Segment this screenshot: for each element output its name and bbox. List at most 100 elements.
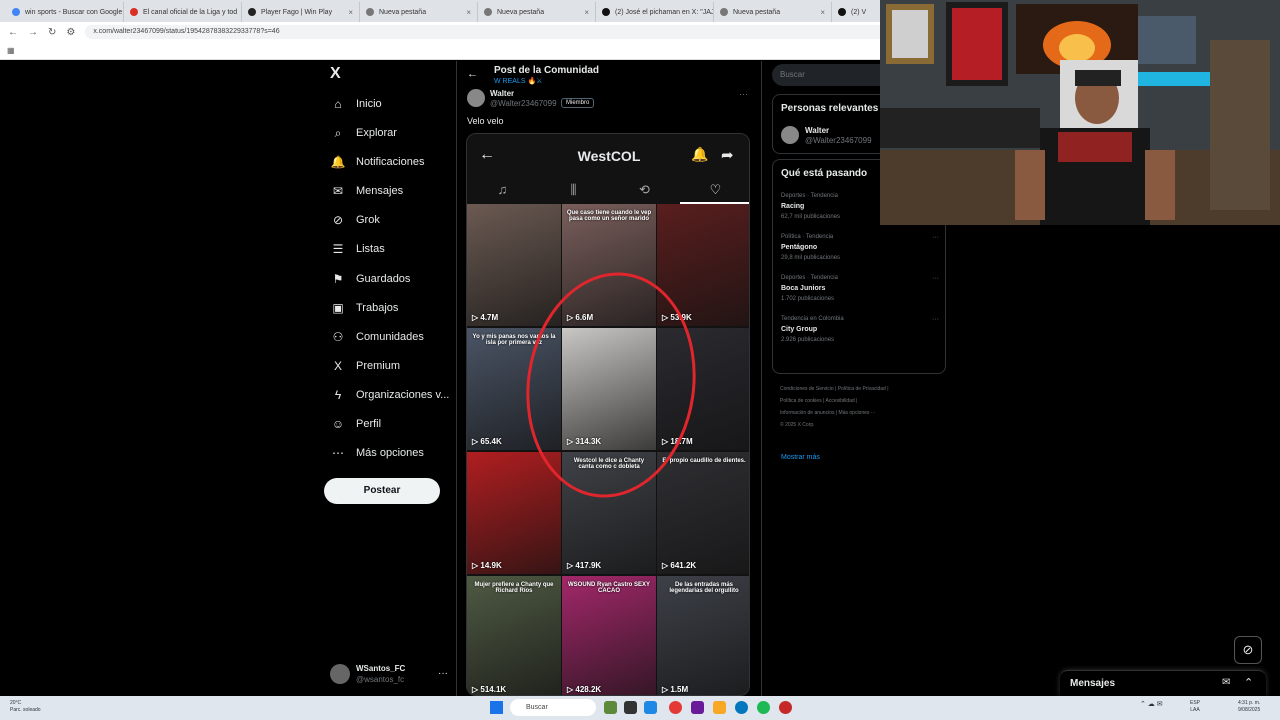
nav-item-trabajos[interactable]: ▣ Trabajos — [330, 298, 398, 318]
new-message-icon[interactable]: ✉ — [1222, 677, 1230, 688]
language-indicator[interactable]: ESP LAA — [1190, 700, 1200, 714]
video-caption: Westcol le dice a Chanty canta como c do… — [573, 458, 645, 470]
nav-item-explorar[interactable]: ⌕ Explorar — [330, 123, 397, 143]
video-thumbnail[interactable]: ▷ 53.9K — [657, 204, 749, 326]
video-thumbnail[interactable]: El propio caudillo de dientes. ▷ 641.2K — [657, 452, 749, 574]
video-view-count: ▷ 1.5M — [662, 685, 688, 694]
nav-item-guardados[interactable]: ⚑ Guardados — [330, 269, 411, 289]
avatar[interactable] — [781, 126, 799, 144]
video-thumbnail[interactable]: Mujer prefiere a Chanty que Richard Ríos… — [467, 576, 561, 695]
search-input[interactable]: Buscar — [772, 64, 880, 86]
trend-more-icon[interactable]: ··· — [932, 234, 939, 241]
nav-item-label: Trabajos — [356, 302, 399, 314]
chrome-icon[interactable] — [669, 701, 682, 714]
app-icon[interactable] — [691, 701, 704, 714]
post-button[interactable]: Postear — [324, 478, 440, 504]
avatar[interactable] — [467, 89, 485, 107]
reload-icon[interactable]: ↻ — [48, 27, 56, 38]
nav-item-perfil[interactable]: ☺ Perfil — [330, 414, 381, 434]
app-icon[interactable] — [779, 701, 792, 714]
browser-tab[interactable]: El canal oficial de la Liga y tod× — [124, 2, 242, 22]
video-thumbnail[interactable]: WSOUND Ryan Castro SEXY CACAO ▷ 428.2K — [562, 576, 656, 695]
spotify-icon[interactable] — [757, 701, 770, 714]
video-thumbnail[interactable]: ▷ 14.9K — [467, 452, 561, 574]
close-tab-icon[interactable]: × — [466, 8, 471, 17]
edge-icon[interactable] — [735, 701, 748, 714]
nav-item-notificaciones[interactable]: 🔔 Notificaciones — [330, 152, 425, 172]
footer-line[interactable]: Información de anuncios | Más opciones ·… — [780, 407, 940, 419]
trend-item[interactable]: Deportes · Tendencia Boca Juniors 1.702 pu… — [781, 275, 939, 302]
nav-item-organizaciones-v-[interactable]: ϟ Organizaciones v... — [330, 385, 450, 405]
video-thumbnail[interactable]: De las entradas más legendarias del orgu… — [657, 576, 749, 695]
x-logo-icon[interactable]: X — [330, 65, 341, 83]
trend-item[interactable]: Política · Tendencia Pentágono 29,8 mil pu… — [781, 234, 939, 261]
nav-item-grok[interactable]: ⊘ Grok — [330, 210, 380, 230]
app-icon[interactable] — [604, 701, 617, 714]
nav-item-listas[interactable]: ☰ Listas — [330, 239, 385, 259]
close-tab-icon[interactable]: × — [348, 8, 353, 17]
video-thumbnail[interactable]: Westcol le dice a Chanty canta como c do… — [562, 452, 656, 574]
footer-line[interactable]: Política de cookies | Accesibilidad | — [780, 395, 940, 407]
apps-grid-icon[interactable]: ▦ — [7, 46, 15, 55]
author-name[interactable]: Walter — [490, 89, 514, 98]
folder-icon[interactable] — [713, 701, 726, 714]
url-field[interactable]: x.com/walter23467099/status/195428783832… — [85, 25, 906, 39]
account-switcher[interactable]: WSantos_FC @wsantos_fc ··· — [330, 664, 450, 688]
close-tab-icon[interactable]: × — [820, 8, 825, 17]
video-caption: De las entradas más legendarias del orgu… — [669, 582, 739, 594]
video-grid: ▷ 4.7M Que caso tiene cuando le vep pasa … — [467, 204, 749, 695]
footer-line[interactable]: Condiciones de Servicio | Política de Pr… — [780, 383, 940, 395]
trend-more-icon[interactable]: ··· — [932, 275, 939, 282]
footer-line[interactable]: © 2025 X Corp. — [780, 419, 940, 431]
post-media[interactable]: ← WestCOL 🔔 ➦ ♫ ⫼ ⟲ ♡ ▷ 4.7M Que caso tiene … — [466, 133, 750, 696]
clock[interactable]: 4:31 p. m. 9/08/2025 — [1238, 700, 1260, 714]
video-thumbnail[interactable]: ▷ 18.7M — [657, 328, 749, 450]
post-more-icon[interactable]: ··· — [739, 89, 748, 99]
avatar — [330, 664, 350, 684]
nav-item-label: Comunidades — [356, 331, 424, 343]
system-tray[interactable]: ⌃ ☁ ✉ — [1140, 700, 1163, 708]
browser-tab[interactable]: Nueva pestaña × — [478, 2, 596, 22]
community-link[interactable]: W REALS 🔥⚔ — [494, 77, 542, 85]
video-thumbnail[interactable]: Que caso tiene cuando le vep pasa como u… — [562, 204, 656, 326]
messages-drawer[interactable]: Mensajes ✉ ⌃ — [1060, 670, 1266, 696]
nav-item-premium[interactable]: X Premium — [330, 356, 400, 376]
nav-item-mensajes[interactable]: ✉ Mensajes — [330, 181, 403, 201]
trend-more-icon[interactable]: ··· — [932, 316, 939, 323]
app-icon[interactable] — [644, 701, 657, 714]
close-tab-icon[interactable]: × — [584, 8, 589, 17]
video-thumbnail[interactable]: ▷ 314.3K — [562, 328, 656, 450]
browser-tab[interactable]: (2) José el pichaman en X: "JAJ× — [596, 2, 714, 22]
back-arrow-icon[interactable]: ← — [8, 27, 18, 38]
more-dots-icon[interactable]: ··· — [438, 668, 448, 679]
author-handle[interactable]: @Walter23467099 — [490, 99, 557, 108]
app-icon[interactable] — [624, 701, 637, 714]
video-view-count: ▷ 14.9K — [472, 561, 502, 570]
nav-item-inicio[interactable]: ⌂ Inicio — [330, 94, 381, 114]
nav-item-comunidades[interactable]: ⚇ Comunidades — [330, 327, 424, 347]
show-more-link[interactable]: Mostrar más — [781, 454, 820, 461]
browser-tab[interactable]: win sports - Buscar con Google× — [6, 2, 124, 22]
taskbar-search[interactable]: Buscar — [510, 699, 596, 716]
home-icon: ⌂ — [334, 97, 342, 111]
nav-item-más-opciones[interactable]: ⋯ Más opciones — [330, 443, 424, 463]
back-arrow-icon[interactable]: ← — [467, 68, 478, 80]
relevant-user-name[interactable]: Walter — [805, 126, 829, 135]
view-count-label: 428.2K — [575, 685, 602, 694]
windows-start-icon[interactable] — [490, 701, 503, 714]
browser-tab[interactable]: Nueva pestaña × — [360, 2, 478, 22]
browser-tab[interactable]: Nueva pestaña × — [714, 2, 832, 22]
site-info-icon[interactable]: ⚙ — [66, 27, 75, 38]
chevron-up-icon[interactable]: ⌃ — [1244, 676, 1253, 689]
trend-item[interactable]: Tendencia en Colombia City Group 2.926 pub… — [781, 316, 939, 343]
video-thumbnail[interactable]: Yo y mis panas nos vamos la isla por pri… — [467, 328, 561, 450]
trend-title: Boca Juniors — [781, 285, 826, 292]
video-thumbnail[interactable]: ▷ 4.7M — [467, 204, 561, 326]
account-name: WSantos_FC — [356, 664, 406, 673]
weather-widget[interactable]: 20°C Parc. soleado — [10, 700, 41, 714]
grok-icon[interactable]: ⊘ — [1234, 636, 1262, 664]
browser-tab[interactable]: Player Fago | Win Play × — [242, 2, 360, 22]
tab-label: Nueva pestaña — [497, 8, 545, 16]
forward-arrow-icon[interactable]: → — [28, 27, 38, 38]
relevant-user-handle[interactable]: @Walter23467099 — [805, 136, 872, 145]
